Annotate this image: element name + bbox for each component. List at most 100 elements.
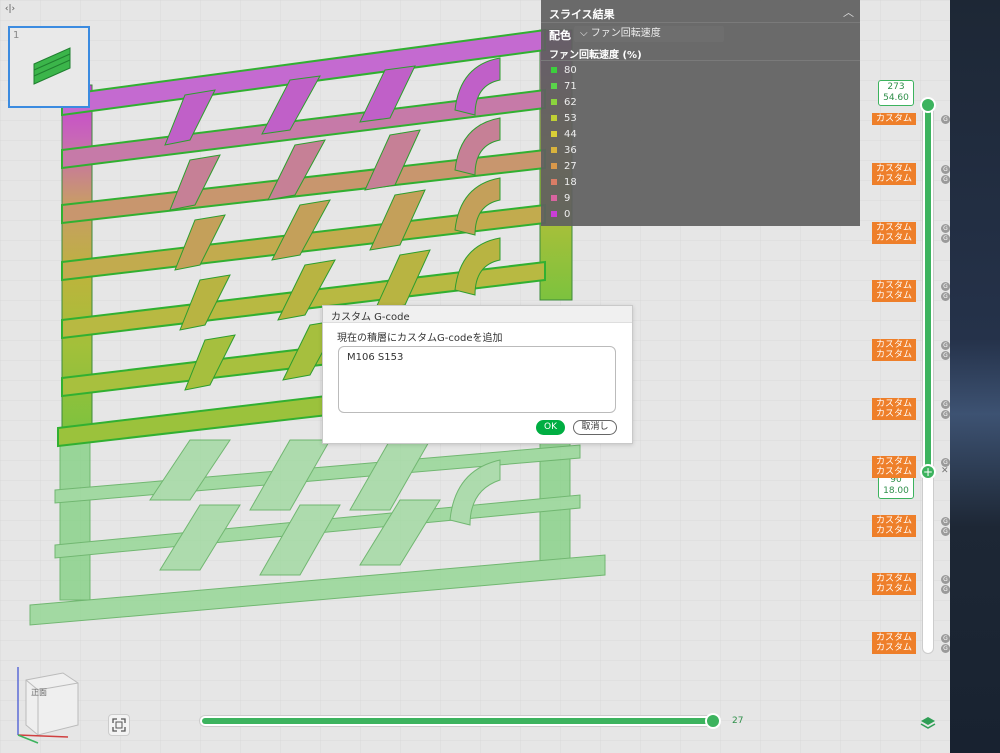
custom-gcode-dialog: カスタム G-code 現在の積層にカスタムG-codeを追加 M106 S15… <box>322 305 633 444</box>
custom-gcode-marker[interactable]: カスタム カスタム <box>872 398 916 420</box>
panel-divider <box>541 22 860 23</box>
gcode-icon[interactable]: G <box>941 644 950 653</box>
top-layer-number: 273 <box>887 82 905 92</box>
gcode-textarea[interactable]: M106 S153 <box>338 346 616 413</box>
legend-item: 62 <box>551 94 577 110</box>
legend-swatch <box>551 179 557 185</box>
layer-slider-top-knob[interactable] <box>920 97 936 113</box>
legend-item: 9 <box>551 190 577 206</box>
custom-gcode-marker[interactable]: カスタム カスタム <box>872 280 916 302</box>
layers-icon[interactable] <box>919 715 937 733</box>
gcode-icon[interactable]: G <box>941 341 950 350</box>
legend-item: 18 <box>551 174 577 190</box>
legend-value: 36 <box>564 144 577 156</box>
gcode-icon[interactable]: G <box>941 224 950 233</box>
gcode-icon[interactable]: G <box>941 585 950 594</box>
legend-swatch <box>551 211 557 217</box>
legend-value: 53 <box>564 112 577 124</box>
gcode-icon[interactable]: G <box>941 175 950 184</box>
legend-value: 0 <box>564 208 571 220</box>
slice-results-panel: スライス結果 ︿ 配色 ⌵ ファン回転速度 ファン回転速度 (%) 80 71 … <box>541 0 860 226</box>
custom-gcode-marker[interactable]: カスタム カスタム <box>872 339 916 361</box>
color-scheme-value: ファン回転速度 <box>590 28 661 39</box>
gcode-icon[interactable]: G <box>941 282 950 291</box>
gcode-icon[interactable]: G <box>941 458 950 467</box>
desktop-background-edge <box>950 0 1000 753</box>
layer-slider-bottom-knob[interactable]: + <box>920 464 936 480</box>
layer-slider-fill <box>925 106 931 471</box>
horizontal-slider-fill <box>202 718 712 724</box>
legend-item: 0 <box>551 206 577 222</box>
layers-icon-graphic <box>920 717 936 729</box>
view-cube-face-label: 正面 <box>31 688 47 697</box>
legend-item: 36 <box>551 142 577 158</box>
legend-value: 80 <box>564 64 577 76</box>
legend: 80 71 62 53 44 36 27 18 9 0 <box>551 62 577 222</box>
legend-title: ファン回転速度 (%) <box>549 50 642 61</box>
legend-swatch <box>551 115 557 121</box>
legend-divider <box>541 60 860 61</box>
legend-value: 18 <box>564 176 577 188</box>
legend-value: 71 <box>564 80 577 92</box>
custom-gcode-marker[interactable]: カスタム カスタム <box>872 456 916 478</box>
legend-item: 71 <box>551 78 577 94</box>
legend-item: 27 <box>551 158 577 174</box>
top-layer-height: 54.60 <box>883 93 909 103</box>
legend-item: 53 <box>551 110 577 126</box>
gcode-icon[interactable]: G <box>941 517 950 526</box>
legend-swatch <box>551 99 557 105</box>
custom-gcode-marker[interactable]: カスタム カスタム <box>872 515 916 537</box>
legend-value: 9 <box>564 192 571 204</box>
plate-thumbnail-image <box>33 47 71 85</box>
legend-swatch <box>551 195 557 201</box>
plate-thumbnail[interactable]: 1 <box>8 26 90 108</box>
cancel-button[interactable]: 取消し <box>573 420 617 435</box>
legend-value: 62 <box>564 96 577 108</box>
gcode-icon[interactable]: G <box>941 634 950 643</box>
top-layer-readout: 273 54.60 <box>878 80 914 106</box>
dialog-prompt: 現在の積層にカスタムG-codeを追加 <box>337 333 503 344</box>
legend-swatch <box>551 83 557 89</box>
custom-gcode-marker[interactable]: カスタム <box>872 113 916 125</box>
dialog-title: カスタム G-code <box>331 312 410 323</box>
slice-results-title: スライス結果 <box>549 8 615 21</box>
legend-value: 44 <box>564 128 577 140</box>
close-icon[interactable]: ✕ <box>941 466 949 476</box>
gcode-icon[interactable]: G <box>941 527 950 536</box>
gcode-text: M106 S153 <box>347 352 404 363</box>
custom-gcode-marker[interactable]: カスタム カスタム <box>872 632 916 654</box>
gcode-icon[interactable]: G <box>941 351 950 360</box>
3d-viewport[interactable]: ‹|› 1 正面 27 スライス結果 ︿ 配色 ⌵ ファン回転速度 ファン回転速… <box>0 0 950 753</box>
legend-item: 44 <box>551 126 577 142</box>
gcode-icon[interactable]: G <box>941 400 950 409</box>
color-scheme-select[interactable]: ⌵ ファン回転速度 <box>574 26 724 42</box>
custom-gcode-marker[interactable]: カスタム カスタム <box>872 163 916 185</box>
custom-gcode-marker[interactable]: カスタム カスタム <box>872 222 916 244</box>
gcode-icon[interactable]: G <box>941 115 950 124</box>
gcode-icon[interactable]: G <box>941 292 950 301</box>
fit-view-icon <box>112 718 126 732</box>
legend-value: 27 <box>564 160 577 172</box>
legend-swatch <box>551 131 557 137</box>
legend-swatch <box>551 67 557 73</box>
legend-swatch <box>551 163 557 169</box>
legend-swatch <box>551 147 557 153</box>
gcode-icon[interactable]: G <box>941 575 950 584</box>
legend-item: 80 <box>551 62 577 78</box>
chevron-down-icon: ⌵ <box>580 28 591 39</box>
gcode-icon[interactable]: G <box>941 165 950 174</box>
collapse-chevron-icon[interactable]: ︿ <box>843 4 854 20</box>
view-cube[interactable] <box>8 655 88 745</box>
fit-view-button[interactable] <box>108 714 130 736</box>
gcode-icon[interactable]: G <box>941 410 950 419</box>
dialog-titlebar[interactable]: カスタム G-code <box>323 306 632 323</box>
collapse-sidebar-icon[interactable]: ‹|› <box>3 3 17 15</box>
ok-button[interactable]: OK <box>536 420 565 435</box>
color-scheme-label: 配色 <box>549 29 571 42</box>
custom-gcode-marker[interactable]: カスタム カスタム <box>872 573 916 595</box>
gcode-icon[interactable]: G <box>941 234 950 243</box>
bottom-layer-height: 18.00 <box>883 486 909 496</box>
horizontal-slider-value: 27 <box>732 716 744 726</box>
horizontal-slider-knob[interactable] <box>705 713 721 729</box>
view-cube-graphic <box>17 667 79 744</box>
